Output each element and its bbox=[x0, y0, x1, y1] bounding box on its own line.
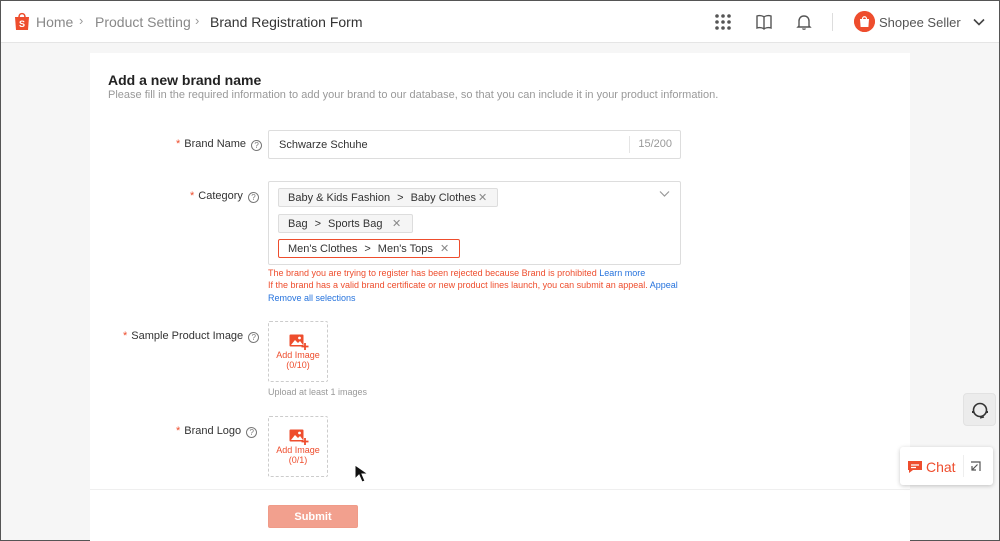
category-error-message: The brand you are trying to register has… bbox=[268, 268, 645, 278]
sample-image-label-text: Sample Product Image bbox=[131, 330, 244, 342]
image-count: (0/1) bbox=[288, 455, 308, 465]
remove-tag-icon[interactable]: ✕ bbox=[440, 242, 449, 255]
required-asterisk: * bbox=[190, 190, 195, 202]
upload-hint: Upload at least 1 images bbox=[268, 387, 368, 397]
breadcrumb-separator-icon: › bbox=[195, 13, 200, 28]
category-error-text: The brand you are trying to register has… bbox=[268, 268, 597, 278]
book-icon[interactable] bbox=[755, 13, 773, 31]
category-tag-parent: Men's Clothes bbox=[288, 243, 358, 255]
learn-more-link[interactable]: Learn more bbox=[599, 268, 645, 278]
shopee-seller-label[interactable]: Shopee Seller bbox=[879, 15, 961, 30]
image-count: (0/10) bbox=[286, 360, 310, 370]
add-image-icon bbox=[289, 429, 309, 445]
top-bar: S Home › Product Setting › Brand Registr… bbox=[1, 1, 999, 43]
mouse-cursor-icon bbox=[354, 464, 370, 483]
breadcrumb-product-setting[interactable]: Product Setting bbox=[95, 14, 191, 30]
remove-all-selections-link[interactable]: Remove all selections bbox=[268, 293, 356, 303]
breadcrumb-current: Brand Registration Form bbox=[210, 14, 363, 30]
category-tag-error: Men's Clothes > Men's Tops ✕ bbox=[278, 239, 460, 258]
brand-name-input[interactable]: Schwarze Schuhe 15/200 bbox=[268, 130, 681, 159]
submit-button[interactable]: Submit bbox=[268, 505, 358, 528]
category-separator: > bbox=[397, 192, 404, 204]
category-label: * Category? bbox=[190, 190, 259, 203]
sample-image-uploader[interactable]: Add Image (0/10) bbox=[268, 321, 328, 382]
category-tag-child: Baby Clothes bbox=[410, 192, 476, 204]
toolbar-divider bbox=[832, 13, 833, 31]
required-asterisk: * bbox=[176, 138, 181, 150]
apps-grid-icon[interactable] bbox=[714, 13, 732, 31]
category-tag-child: Men's Tops bbox=[377, 243, 433, 255]
brand-name-label-text: Brand Name bbox=[184, 138, 247, 150]
form-footer bbox=[90, 489, 910, 541]
brand-registration-card: Add a new brand name Please fill in the … bbox=[90, 53, 910, 541]
shopee-logo-icon[interactable]: S bbox=[13, 11, 31, 31]
category-tag: Bag > Sports Bag ✕ bbox=[278, 214, 413, 233]
remove-tag-icon[interactable]: ✕ bbox=[392, 217, 401, 230]
brand-logo-label-text: Brand Logo bbox=[184, 425, 242, 437]
chevron-down-icon[interactable] bbox=[972, 15, 986, 29]
chevron-down-icon[interactable] bbox=[659, 190, 670, 198]
appeal-text: If the brand has a valid brand certifica… bbox=[268, 280, 648, 290]
category-tag-parent: Bag bbox=[288, 218, 308, 230]
bell-icon[interactable] bbox=[795, 13, 813, 31]
add-image-label: Add Image bbox=[276, 350, 320, 360]
expand-icon[interactable] bbox=[970, 461, 981, 472]
support-button[interactable] bbox=[963, 393, 996, 426]
help-icon[interactable]: ? bbox=[251, 140, 263, 151]
breadcrumb-separator-icon: › bbox=[79, 13, 84, 28]
category-separator: > bbox=[364, 243, 371, 255]
headset-icon bbox=[972, 402, 988, 419]
help-icon[interactable]: ? bbox=[246, 427, 258, 438]
chat-widget[interactable]: Chat bbox=[900, 447, 993, 485]
chat-divider bbox=[963, 455, 964, 477]
appeal-link[interactable]: Appeal bbox=[650, 280, 678, 290]
category-tag-child: Sports Bag bbox=[328, 218, 383, 230]
shopee-seller-logo-icon bbox=[854, 11, 875, 32]
brand-logo-uploader[interactable]: Add Image (0/1) bbox=[268, 416, 328, 477]
category-separator: > bbox=[314, 218, 322, 230]
category-tag: Baby & Kids Fashion > Baby Clothes ✕ bbox=[278, 188, 498, 207]
form-subtitle: Please fill in the required information … bbox=[108, 89, 719, 101]
appeal-message: If the brand has a valid brand certifica… bbox=[268, 280, 678, 290]
add-image-label: Add Image bbox=[276, 445, 320, 455]
help-icon[interactable]: ? bbox=[248, 332, 260, 343]
category-select[interactable]: Baby & Kids Fashion > Baby Clothes ✕ Bag > S… bbox=[268, 181, 681, 265]
chat-label[interactable]: Chat bbox=[926, 459, 956, 475]
brand-name-label: * Brand Name? bbox=[176, 138, 263, 151]
required-asterisk: * bbox=[123, 330, 128, 342]
breadcrumb-home[interactable]: Home bbox=[36, 14, 73, 30]
form-title: Add a new brand name bbox=[108, 72, 262, 88]
brand-name-char-count: 15/200 bbox=[629, 136, 680, 153]
sample-image-label: * Sample Product Image? bbox=[123, 330, 260, 343]
svg-text:S: S bbox=[19, 19, 25, 29]
add-image-icon bbox=[289, 334, 309, 350]
chat-bubble-icon bbox=[908, 461, 922, 473]
help-icon[interactable]: ? bbox=[247, 192, 259, 203]
required-asterisk: * bbox=[176, 425, 181, 437]
category-tag-parent: Baby & Kids Fashion bbox=[288, 192, 391, 204]
brand-name-value[interactable]: Schwarze Schuhe bbox=[279, 139, 368, 151]
brand-logo-label: * Brand Logo? bbox=[176, 425, 258, 438]
remove-tag-icon[interactable]: ✕ bbox=[478, 191, 487, 204]
category-label-text: Category bbox=[198, 190, 243, 202]
